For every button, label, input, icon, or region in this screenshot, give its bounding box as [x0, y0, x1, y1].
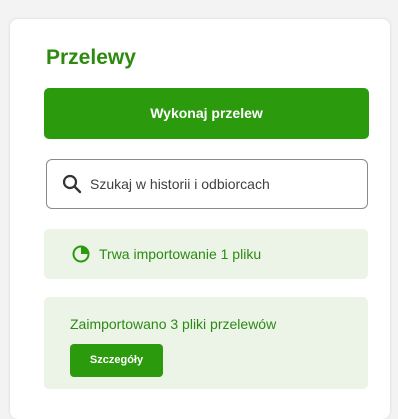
make-transfer-button[interactable]: Wykonaj przelew: [44, 88, 369, 139]
details-button[interactable]: Szczegóły: [70, 344, 163, 377]
search-box[interactable]: [46, 159, 368, 209]
transfers-panel: Przelewy Wykonaj przelew Trwa importowan…: [10, 19, 390, 419]
import-status-text: Trwa importowanie 1 pliku: [99, 246, 262, 262]
search-icon: [62, 174, 82, 194]
progress-pie-icon: [72, 245, 90, 263]
import-result-text: Zaimportowano 3 pliki przelewów: [70, 316, 277, 332]
search-input[interactable]: [90, 176, 350, 192]
import-status-banner: Trwa importowanie 1 pliku: [44, 229, 368, 279]
import-result-banner: Zaimportowano 3 pliki przelewów Szczegół…: [44, 297, 368, 389]
panel-title: Przelewy: [46, 46, 136, 69]
